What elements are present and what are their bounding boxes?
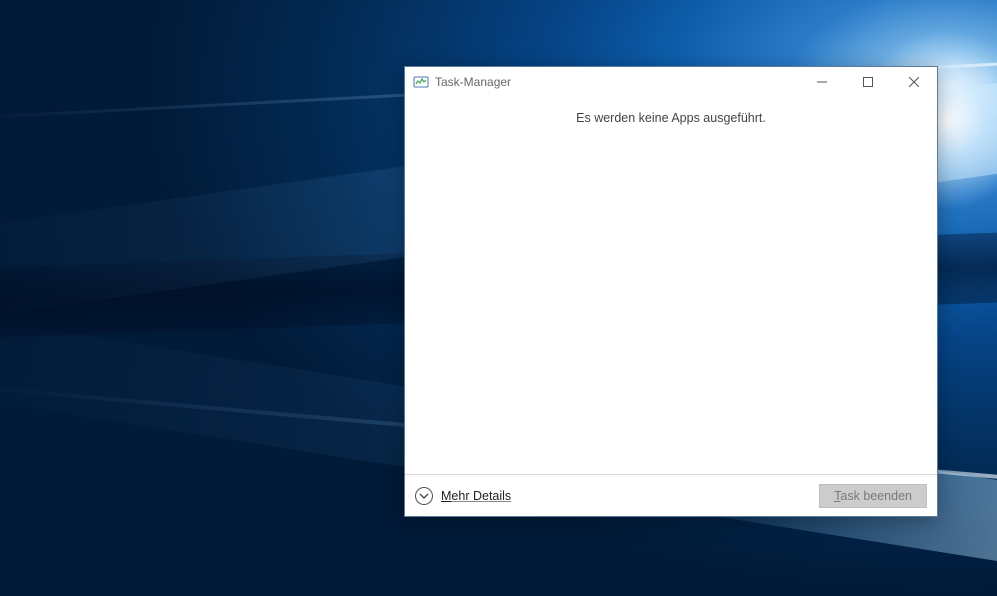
chevron-down-icon [415,487,433,505]
minimize-button[interactable] [799,67,845,97]
window-title: Task-Manager [435,75,799,89]
maximize-button[interactable] [845,67,891,97]
close-button[interactable] [891,67,937,97]
content-area: Es werden keine Apps ausgeführt. [405,97,937,474]
more-details-toggle[interactable]: Mehr Details [415,487,511,505]
window-controls [799,67,937,97]
task-manager-window: Task-Manager Es werden keine Apps ausgef… [404,66,938,517]
titlebar[interactable]: Task-Manager [405,67,937,97]
footer: Mehr Details Task beenden [405,474,937,516]
more-details-label: Mehr Details [441,489,511,503]
no-apps-message: Es werden keine Apps ausgeführt. [576,111,766,474]
end-task-button[interactable]: Task beenden [819,484,927,508]
task-manager-icon [413,74,429,90]
